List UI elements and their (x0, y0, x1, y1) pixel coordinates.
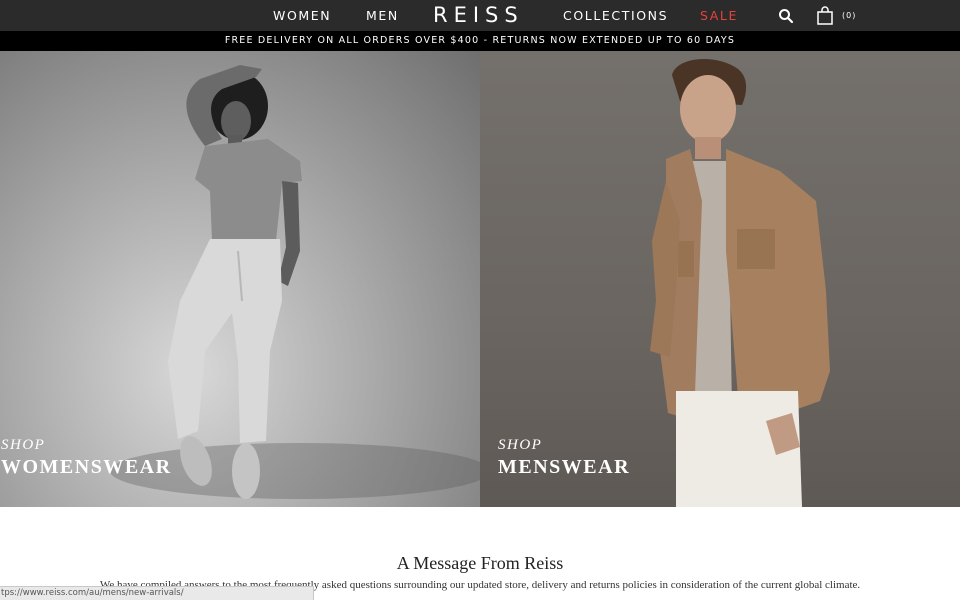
nav-collections[interactable]: COLLECTIONS (563, 0, 668, 31)
shopping-bag-icon[interactable] (817, 6, 833, 25)
status-bar-url: tps://www.reiss.com/au/mens/new-arrivals… (0, 586, 314, 600)
shop-kicker-men[interactable]: SHOP (498, 437, 542, 454)
shop-womenswear-link[interactable]: WOMENSWEAR (1, 456, 172, 479)
nav-men[interactable]: MEN (366, 0, 399, 31)
nav-sale[interactable]: SALE (700, 0, 738, 31)
bag-count[interactable]: (0) (842, 0, 856, 31)
shop-kicker-women[interactable]: SHOP (1, 437, 45, 454)
shop-menswear-link[interactable]: MENSWEAR (498, 456, 630, 479)
nav-women[interactable]: WOMEN (273, 0, 331, 31)
womenswear-hero[interactable]: SHOP WOMENSWEAR (0, 51, 480, 507)
promo-banner[interactable]: FREE DELIVERY ON ALL ORDERS OVER $400 - … (0, 31, 960, 51)
menswear-photo (650, 58, 830, 507)
top-navigation: WOMEN MEN REISS COLLECTIONS SALE (0) (0, 0, 960, 31)
promo-text: FREE DELIVERY ON ALL ORDERS OVER $400 - … (224, 35, 736, 46)
logo[interactable]: REISS (433, 0, 524, 31)
search-icon[interactable] (778, 8, 794, 24)
womenswear-photo (110, 65, 480, 499)
message-title: A Message From Reiss (396, 553, 564, 573)
menswear-hero[interactable]: SHOP MENSWEAR (480, 51, 960, 507)
